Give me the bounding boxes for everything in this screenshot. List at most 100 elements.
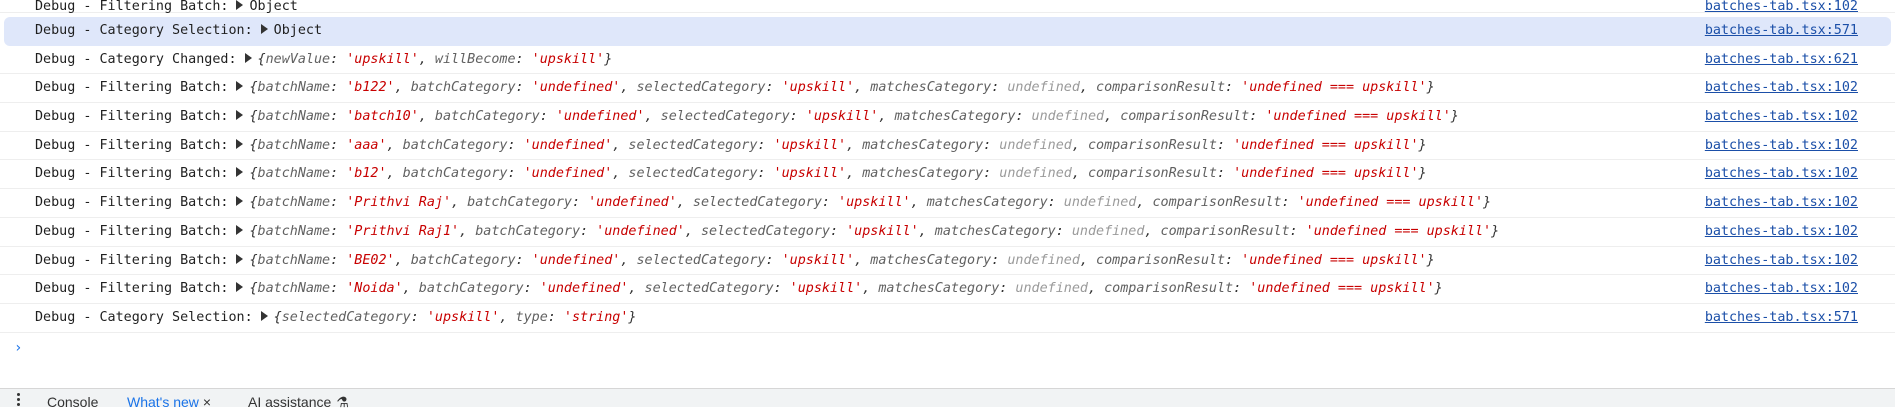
console-message-row: Debug - Filtering Batch: {batchName: 'Pri… xyxy=(0,189,1895,218)
console-message: Debug - Filtering Batch: {batchName: 'BE0… xyxy=(35,247,1435,276)
message-text: Debug - Filtering Batch: xyxy=(35,252,229,268)
source-link[interactable]: batches-tab.tsx:102 xyxy=(1705,0,1858,13)
console-message-row: Debug - Filtering Batch: {batchName: 'b12… xyxy=(0,74,1895,104)
object-preview[interactable]: {batchName: 'aaa', batchCategory: 'undef… xyxy=(249,138,1426,153)
message-text: Debug - Category Selection: xyxy=(35,23,253,38)
property-key: selectedCategory xyxy=(692,195,822,211)
property-key: comparisonResult xyxy=(1087,137,1217,153)
expand-triangle-icon[interactable] xyxy=(236,196,244,207)
object-preview[interactable]: {selectedCategory: 'upskill', type: 'str… xyxy=(274,310,637,325)
source-link[interactable]: batches-tab.tsx:102 xyxy=(1705,189,1858,218)
property-key: type xyxy=(515,309,548,325)
message-text: Debug - Category Changed: xyxy=(35,51,237,67)
console-message-row: Debug - Filtering Batch: {batchName: 'b12… xyxy=(0,160,1895,190)
property-value: 'undefined' xyxy=(555,109,645,125)
source-link[interactable]: batches-tab.tsx:571 xyxy=(1705,17,1858,46)
message-text: Debug - Filtering Batch: xyxy=(35,109,229,125)
object-preview[interactable]: {batchName: 'batch10', batchCategory: 'u… xyxy=(249,109,1458,124)
tab-ai-assistance[interactable]: AI assistance ⚗ xyxy=(248,394,349,411)
console-message: Debug - Filtering Batch: {batchName: 'b12… xyxy=(35,160,1427,189)
object-preview[interactable]: {batchName: 'Prithvi Raj1', batchCategor… xyxy=(249,224,1499,239)
property-key: batchCategory xyxy=(475,223,581,239)
property-key: matchesCategory xyxy=(926,195,1048,211)
property-value: 'upskill' xyxy=(789,281,863,297)
console-input[interactable] xyxy=(30,336,1860,360)
console-message: Debug - Filtering Batch: Object xyxy=(35,0,298,13)
property-value: 'undefined === upskill' xyxy=(1249,281,1435,297)
property-value: 'upskill' xyxy=(805,109,879,125)
expand-triangle-icon[interactable] xyxy=(260,24,268,34)
source-link[interactable]: batches-tab.tsx:102 xyxy=(1705,247,1858,276)
console-message-row: Debug - Filtering Batch: {batchName: 'bat… xyxy=(0,103,1895,132)
property-key: comparisonResult xyxy=(1087,166,1217,182)
source-link[interactable]: batches-tab.tsx:102 xyxy=(1705,275,1858,304)
property-key: batchName xyxy=(257,195,331,211)
property-value: 'undefined' xyxy=(596,223,685,239)
property-value: 'undefined' xyxy=(531,252,621,268)
expand-triangle-icon[interactable] xyxy=(236,110,244,121)
property-key: batchCategory xyxy=(434,109,540,125)
expand-triangle-icon[interactable] xyxy=(236,0,244,10)
property-value: 'batch10' xyxy=(346,109,419,125)
property-key: batchCategory xyxy=(402,137,508,153)
expand-triangle-icon[interactable] xyxy=(260,310,268,321)
source-link[interactable]: batches-tab.tsx:102 xyxy=(1705,74,1858,103)
property-value: 'undefined' xyxy=(523,166,613,182)
object-preview[interactable]: {newValue: 'upskill', willBecome: 'upski… xyxy=(258,52,613,67)
object-summary[interactable]: Object xyxy=(274,23,322,38)
console-message-row: Debug - Filtering Batch: Object batches-ta… xyxy=(0,0,1895,13)
source-link[interactable]: batches-tab.tsx:571 xyxy=(1705,304,1858,333)
tab-whats-new[interactable]: What's new × xyxy=(127,394,211,410)
property-key: matchesCategory xyxy=(870,252,992,268)
property-value: 'undefined === upskill' xyxy=(1241,80,1427,96)
source-link[interactable]: batches-tab.tsx:102 xyxy=(1705,218,1858,247)
close-icon[interactable]: × xyxy=(203,394,211,410)
property-key: batchName xyxy=(257,80,331,96)
expand-triangle-icon[interactable] xyxy=(236,138,244,149)
property-value: 'undefined === upskill' xyxy=(1265,109,1451,125)
property-key: newValue xyxy=(265,51,331,67)
property-key: selectedCategory xyxy=(281,309,411,325)
property-value: undefined xyxy=(999,166,1072,182)
property-value: 'undefined' xyxy=(531,80,621,96)
object-preview[interactable]: {batchName: 'Noida', batchCategory: 'und… xyxy=(249,281,1442,296)
property-key: batchName xyxy=(257,166,331,182)
object-summary[interactable]: Object xyxy=(249,0,297,14)
property-value: undefined xyxy=(999,137,1072,153)
console-message-row: Debug - Category Selection: {selectedCate… xyxy=(0,304,1895,333)
property-key: batchCategory xyxy=(402,166,508,182)
console-message: Debug - Filtering Batch: {batchName: 'Noi… xyxy=(35,275,1443,304)
property-value: 'upskill' xyxy=(838,195,911,211)
tab-console[interactable]: Console xyxy=(47,394,98,410)
source-link[interactable]: batches-tab.tsx:102 xyxy=(1705,132,1858,161)
expand-triangle-icon[interactable] xyxy=(244,52,252,63)
property-value: 'upskill' xyxy=(781,80,855,96)
object-preview[interactable]: {batchName: 'b12', batchCategory: 'undef… xyxy=(249,166,1426,181)
property-key: comparisonResult xyxy=(1104,281,1234,297)
property-value: 'upskill' xyxy=(531,51,605,67)
expand-triangle-icon[interactable] xyxy=(236,282,244,293)
property-key: matchesCategory xyxy=(862,137,984,153)
source-link[interactable]: batches-tab.tsx:621 xyxy=(1705,46,1858,75)
source-link[interactable]: batches-tab.tsx:102 xyxy=(1705,103,1858,132)
tab-ai-assistance-label: AI assistance xyxy=(248,394,332,410)
property-key: matchesCategory xyxy=(878,281,1000,297)
console-message-row: Debug - Filtering Batch: {batchName: 'Noi… xyxy=(0,275,1895,304)
expand-triangle-icon[interactable] xyxy=(236,81,244,92)
property-key: selectedCategory xyxy=(644,281,774,297)
property-key: matchesCategory xyxy=(862,166,984,182)
property-value: 'upskill' xyxy=(781,252,855,268)
property-key: batchName xyxy=(257,137,331,153)
object-preview[interactable]: {batchName: 'Prithvi Raj', batchCategory… xyxy=(249,195,1491,210)
property-key: comparisonResult xyxy=(1160,223,1290,239)
property-value: 'string' xyxy=(563,309,629,325)
drawer-tab-bar: Console What's new × AI assistance ⚗ xyxy=(0,388,1895,410)
object-preview[interactable]: {batchName: 'b122', batchCategory: 'unde… xyxy=(249,80,1434,95)
property-key: selectedCategory xyxy=(660,109,790,125)
expand-triangle-icon[interactable] xyxy=(236,253,244,264)
object-preview[interactable]: {batchName: 'BE02', batchCategory: 'unde… xyxy=(249,253,1434,268)
expand-triangle-icon[interactable] xyxy=(236,224,244,235)
expand-triangle-icon[interactable] xyxy=(236,167,244,178)
property-key: batchCategory xyxy=(418,281,524,297)
source-link[interactable]: batches-tab.tsx:102 xyxy=(1705,160,1858,189)
